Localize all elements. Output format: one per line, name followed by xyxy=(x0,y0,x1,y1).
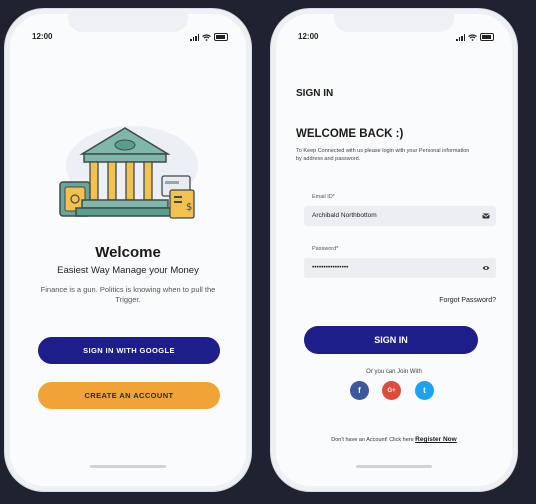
create-account-button[interactable]: CREATE AN ACCOUNT xyxy=(38,382,220,409)
page-description: To Keep Connected with us please login w… xyxy=(296,148,470,162)
welcome-phone: 12:00 $ Welcome Easiest Way Manage your … xyxy=(10,14,246,486)
password-label: Password* xyxy=(312,246,339,252)
sign-in-label: SIGN IN xyxy=(374,335,408,345)
status-time: 12:00 xyxy=(32,32,53,41)
register-row: Don't have an Account! Click here Regist… xyxy=(276,436,512,443)
page-title: WELCOME BACK :) xyxy=(296,128,404,140)
password-value: •••••••••••••••• xyxy=(312,264,349,271)
email-field[interactable]: Archibald Northbottom xyxy=(304,206,496,226)
register-prompt: Don't have an Account! Click here xyxy=(331,437,414,443)
eye-icon[interactable] xyxy=(482,264,490,272)
sign-in-button[interactable]: SIGN IN xyxy=(304,326,478,354)
status-bar: 12:00 xyxy=(298,32,494,44)
svg-text:$: $ xyxy=(186,202,192,213)
welcome-title: Welcome xyxy=(95,244,161,261)
home-indicator xyxy=(90,465,166,468)
or-join-text: Or you can Join With xyxy=(366,369,422,375)
phone-notch xyxy=(334,14,454,32)
wifi-icon xyxy=(468,33,477,41)
signal-icon xyxy=(456,33,465,41)
facebook-icon[interactable]: f xyxy=(350,381,369,400)
status-time: 12:00 xyxy=(298,32,319,41)
google-plus-icon[interactable]: G+ xyxy=(382,381,401,400)
battery-icon xyxy=(480,33,494,41)
email-label: Email ID* xyxy=(312,194,335,200)
facebook-glyph: f xyxy=(358,386,361,395)
twitter-glyph: t xyxy=(423,386,426,395)
google-plus-glyph: G+ xyxy=(387,387,396,394)
welcome-quote: Finance is a gun. Politics is knowing wh… xyxy=(40,285,216,304)
page-header: SIGN IN xyxy=(296,88,334,99)
welcome-subtitle: Easiest Way Manage your Money xyxy=(57,265,199,276)
sign-in-with-google-label: SIGN IN WITH GOOGLE xyxy=(83,346,175,355)
wifi-icon xyxy=(202,33,211,41)
phone-notch xyxy=(68,14,188,32)
sign-in-with-google-button[interactable]: SIGN IN WITH GOOGLE xyxy=(38,337,220,364)
create-account-label: CREATE AN ACCOUNT xyxy=(84,391,174,400)
home-indicator xyxy=(356,465,432,468)
register-now-link[interactable]: Register Now xyxy=(415,436,457,443)
forgot-password-link[interactable]: Forgot Password? xyxy=(439,297,496,304)
password-field[interactable]: •••••••••••••••• xyxy=(304,258,496,278)
twitter-icon[interactable]: t xyxy=(415,381,434,400)
signin-phone: 12:00 SIGN IN WELCOME BACK :) To Keep Co… xyxy=(276,14,512,486)
email-icon xyxy=(482,213,490,219)
signal-icon xyxy=(190,33,199,41)
bank-illustration: $ xyxy=(59,126,198,219)
battery-icon xyxy=(214,33,228,41)
status-bar: 12:00 xyxy=(32,32,228,44)
email-value: Archibald Northbottom xyxy=(312,212,377,219)
